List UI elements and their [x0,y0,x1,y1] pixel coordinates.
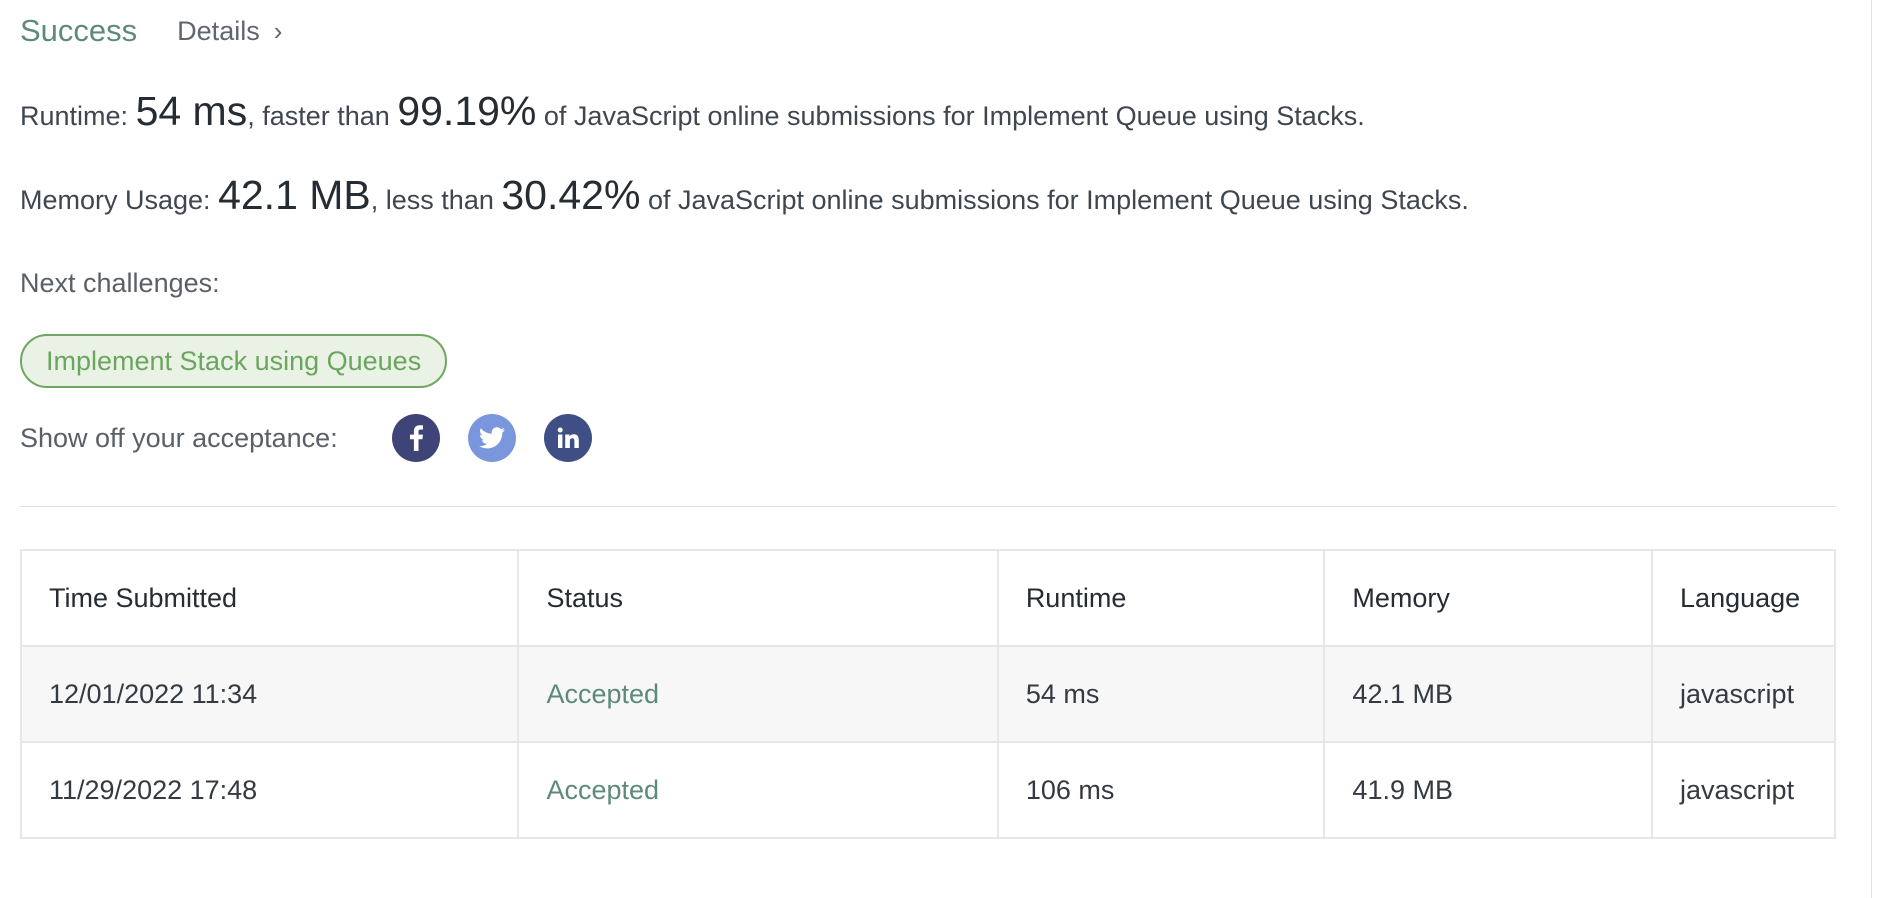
submission-runtime: 106 ms [996,741,1326,839]
runtime-comparison: , faster than [247,101,390,131]
facebook-share-button[interactable] [391,414,440,462]
result-status-title: Success [20,13,138,48]
column-header-status: Status [517,549,999,647]
next-challenges-label: Next challenges: [20,268,220,298]
details-label: Details [177,15,260,46]
submissions-table: Time Submitted Status Runtime Memory Lan… [19,549,1836,839]
memory-suffix: of JavaScript online submissions for Imp… [647,185,1469,215]
details-link[interactable]: Details › [177,16,282,47]
submission-time: 11/29/2022 17:48 [19,741,520,839]
column-header-runtime: Runtime [996,549,1326,647]
memory-comparison: , less than [370,185,494,215]
challenge-link[interactable]: Implement Stack using Queues [20,334,448,388]
submission-time: 12/01/2022 11:34 [19,645,520,743]
column-header-memory: Memory [1323,549,1654,647]
facebook-icon [409,425,423,451]
section-divider [20,506,1836,507]
twitter-share-button[interactable] [467,414,516,462]
submission-runtime: 54 ms [996,645,1326,743]
result-header: Success Details › [20,10,282,52]
runtime-label: Runtime: [20,101,129,131]
submission-status-link[interactable]: Accepted [517,645,999,743]
column-header-time: Time Submitted [19,549,520,647]
table-header-row: Time Submitted Status Runtime Memory Lan… [19,549,1836,647]
submission-memory: 41.9 MB [1323,741,1654,839]
submission-memory: 42.1 MB [1323,645,1654,743]
submission-language: javascript [1651,741,1836,839]
submission-language: javascript [1651,645,1836,743]
submission-status-link[interactable]: Accepted [517,741,999,839]
memory-label: Memory Usage: [20,185,211,215]
runtime-suffix: of JavaScript online submissions for Imp… [543,101,1365,131]
share-row: Show off your acceptance: [20,414,592,462]
memory-value: 42.1 MB [218,172,371,218]
table-row: 12/01/2022 11:34 Accepted 54 ms 42.1 MB … [19,645,1836,743]
scrollbar[interactable] [1871,0,1886,898]
linkedin-share-button[interactable] [543,414,592,462]
runtime-summary: Runtime: 54 ms, faster than 99.19% of Ja… [20,88,1365,135]
runtime-value: 54 ms [135,88,248,134]
runtime-percent: 99.19% [397,88,537,134]
column-header-language: Language [1651,549,1836,647]
memory-percent: 30.42% [501,172,641,218]
table-row: 11/29/2022 17:48 Accepted 106 ms 41.9 MB… [19,741,1836,839]
linkedin-icon [557,427,579,448]
share-label: Show off your acceptance: [20,422,338,453]
twitter-icon [478,427,505,449]
memory-summary: Memory Usage: 42.1 MB, less than 30.42% … [20,172,1469,219]
chevron-right-icon: › [273,15,283,46]
